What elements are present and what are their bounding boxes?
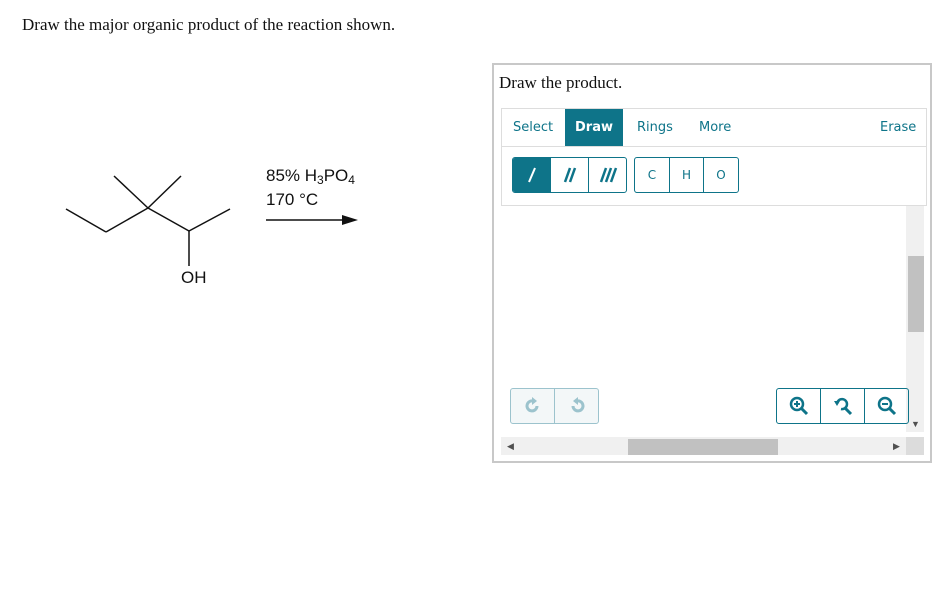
- hydroxyl-label: OH: [181, 268, 207, 287]
- scrollbar-corner: [906, 437, 924, 455]
- double-bond-icon: [563, 167, 576, 183]
- tab-draw[interactable]: Draw: [565, 109, 623, 146]
- triple-bond-icon: [599, 167, 617, 183]
- atom-h-button[interactable]: H: [670, 158, 704, 192]
- editor-toolbar: Select Draw Rings More Erase C H O: [501, 108, 927, 206]
- reagent-subscript: 3: [317, 173, 324, 187]
- horizontal-scrollbar[interactable]: ◀ ▶: [501, 437, 906, 455]
- zoom-buttons: [776, 388, 909, 424]
- tab-more[interactable]: More: [699, 109, 731, 146]
- bond: [113, 175, 149, 209]
- reactant-structure: [65, 175, 358, 266]
- reagent-subscript: 4: [348, 173, 355, 187]
- single-bond-icon: [527, 167, 536, 183]
- panel-title: Draw the product.: [499, 73, 623, 92]
- undo-button[interactable]: [511, 389, 555, 423]
- bond: [147, 175, 182, 209]
- zoom-reset-icon: [833, 397, 852, 416]
- double-bond-button[interactable]: [551, 158, 589, 192]
- zoom-in-icon: [789, 396, 808, 416]
- atom-buttons: C H O: [634, 157, 739, 193]
- scroll-right-icon[interactable]: ▶: [893, 441, 900, 452]
- scroll-down-icon[interactable]: ▼: [911, 419, 920, 429]
- bond: [105, 207, 149, 233]
- zoom-reset-button[interactable]: [821, 389, 865, 423]
- bond: [65, 208, 107, 233]
- single-bond-button[interactable]: [513, 158, 551, 192]
- tab-rings[interactable]: Rings: [637, 109, 673, 146]
- triple-bond-button[interactable]: [589, 158, 626, 192]
- horizontal-scroll-thumb[interactable]: [628, 439, 778, 455]
- toolbar-tabs: Select Draw Rings More Erase: [502, 109, 926, 147]
- bond: [188, 208, 231, 232]
- bond-buttons: [512, 157, 627, 193]
- zoom-in-button[interactable]: [777, 389, 821, 423]
- zoom-out-icon: [877, 396, 896, 416]
- undo-icon: [525, 397, 538, 413]
- undo-redo-buttons: [510, 388, 599, 424]
- drawing-panel: Draw the product. Select Draw Rings More…: [492, 63, 932, 463]
- reaction-arrow-head: [342, 215, 358, 225]
- zoom-out-button[interactable]: [865, 389, 908, 423]
- reagent-part: PO: [323, 166, 349, 185]
- redo-icon: [571, 397, 584, 413]
- tab-erase[interactable]: Erase: [880, 109, 916, 146]
- atom-c-button[interactable]: C: [635, 158, 670, 192]
- bond: [147, 207, 190, 232]
- reagent-text: 85% H3PO4: [266, 166, 355, 187]
- scroll-left-icon[interactable]: ◀: [507, 441, 514, 452]
- temperature-text: 170 °C: [266, 190, 319, 209]
- reagent-part: 85% H: [266, 166, 318, 185]
- redo-button[interactable]: [555, 389, 598, 423]
- tab-select[interactable]: Select: [513, 109, 553, 146]
- atom-o-button[interactable]: O: [704, 158, 738, 192]
- vertical-scroll-thumb[interactable]: [908, 256, 924, 332]
